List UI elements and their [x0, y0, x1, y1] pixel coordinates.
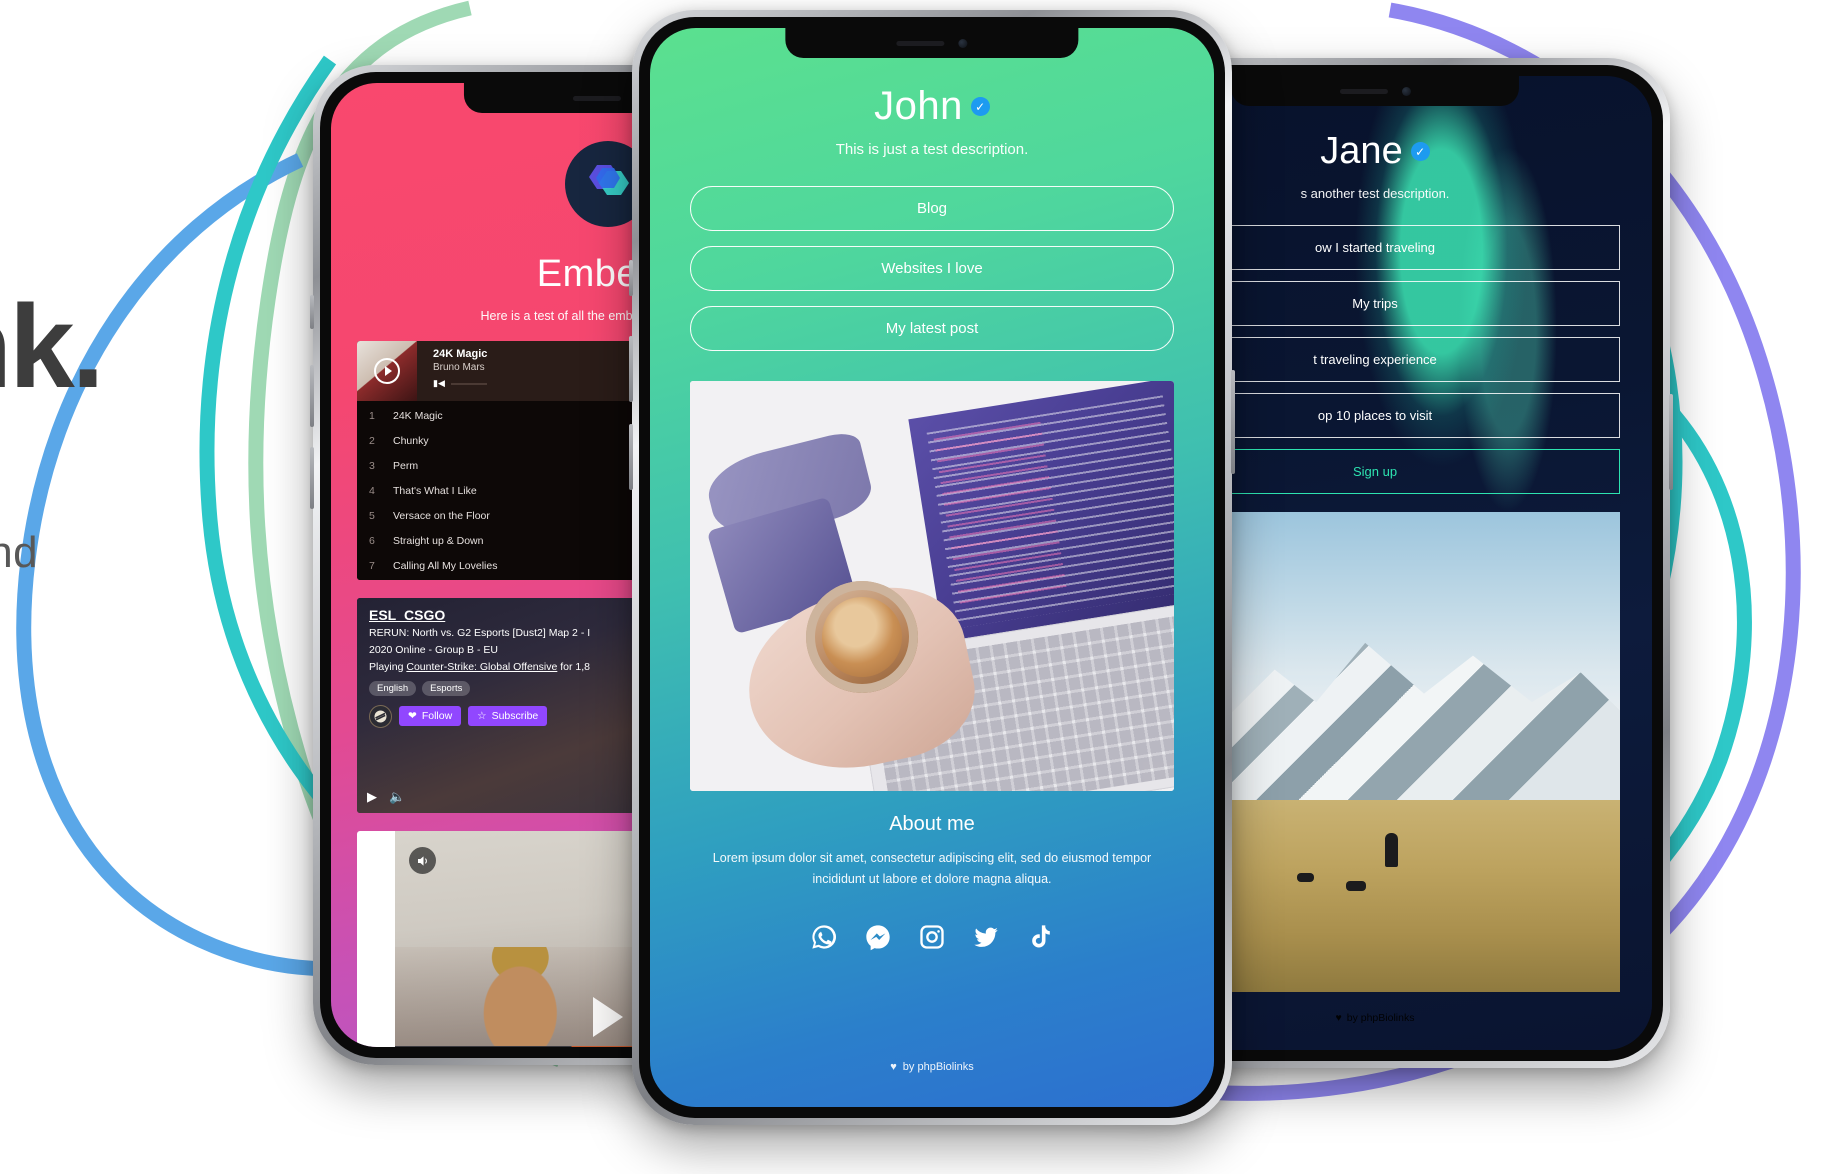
- right-profile-name: Jane: [1320, 130, 1403, 172]
- track-title: Perm: [393, 459, 419, 472]
- phone-center: John ✓ This is just a test description. …: [629, 10, 1235, 1125]
- whatsapp-icon[interactable]: [810, 923, 838, 951]
- play-icon[interactable]: [374, 358, 400, 384]
- playing-suffix: for 1,8: [557, 661, 591, 674]
- about-heading: About me: [889, 813, 975, 835]
- twitter-icon[interactable]: [972, 923, 1000, 951]
- mute-switch[interactable]: [310, 295, 314, 329]
- volume-up-button[interactable]: [629, 336, 633, 402]
- link-button-websites[interactable]: Websites I love: [690, 246, 1174, 291]
- dog-figure-1: [1296, 872, 1314, 882]
- track-title: 24K Magic: [393, 409, 443, 422]
- twitch-controls[interactable]: ▶ 🔈: [367, 789, 405, 805]
- coffee-foam: [822, 596, 903, 677]
- earpiece-speaker-icon: [572, 95, 621, 101]
- dog-figure-2: [1345, 881, 1366, 892]
- track-number: 7: [369, 559, 375, 572]
- spotify-progress[interactable]: ▮◀: [433, 378, 488, 389]
- hero-subline: s and: [0, 528, 39, 577]
- track-number: 4: [369, 484, 375, 497]
- volume-up-button[interactable]: [310, 365, 314, 427]
- track-title: Chunky: [393, 434, 429, 447]
- spotify-track-title: 24K Magic: [433, 348, 488, 360]
- esl-logo-icon: [374, 710, 387, 723]
- heart-icon: ❤: [408, 710, 417, 723]
- subscribe-button[interactable]: ☆ Subscribe: [468, 706, 548, 727]
- right-footer-label[interactable]: by phpBiolinks: [1347, 1012, 1415, 1024]
- front-camera-icon: [958, 38, 968, 48]
- verified-badge-icon: ✓: [1410, 142, 1430, 161]
- track-number: 1: [369, 409, 375, 422]
- notch-right: [1230, 76, 1520, 106]
- track-number: 5: [369, 509, 375, 522]
- center-profile-description: This is just a test description.: [835, 141, 1029, 158]
- power-button[interactable]: [1669, 394, 1673, 490]
- playing-prefix: Playing: [369, 661, 407, 674]
- coffee-cup: [806, 580, 919, 693]
- hero-headline: nk.: [0, 281, 104, 413]
- front-camera-icon: [1401, 86, 1411, 96]
- laptop-screen: [908, 381, 1174, 647]
- prev-track-icon[interactable]: ▮◀: [433, 378, 445, 389]
- track-title: Versace on the Floor: [393, 509, 490, 522]
- center-hero-image: [690, 381, 1174, 791]
- center-profile-name-row: John ✓: [690, 84, 1174, 129]
- center-profile-name: John: [874, 84, 963, 128]
- play-icon[interactable]: [593, 996, 623, 1037]
- mute-switch[interactable]: [629, 260, 633, 296]
- album-art: [357, 341, 417, 401]
- heart-icon: ♥: [1335, 1012, 1342, 1024]
- progress-rail[interactable]: [450, 382, 488, 385]
- earpiece-speaker-icon: [896, 40, 945, 46]
- speaker-icon: [417, 855, 427, 866]
- center-content: John ✓ This is just a test description. …: [650, 28, 1214, 1107]
- hexagon-logo-icon: [589, 165, 629, 195]
- center-footer: ♥ by phpBiolinks: [650, 1061, 1214, 1073]
- center-link-buttons: Blog Websites I love My latest post: [690, 186, 1174, 351]
- instagram-icon[interactable]: [918, 923, 946, 951]
- tiktok-icon[interactable]: [1026, 923, 1054, 951]
- link-button-blog[interactable]: Blog: [690, 186, 1174, 231]
- heart-icon: ♥: [890, 1061, 897, 1073]
- star-icon: ☆: [477, 710, 487, 723]
- tag[interactable]: Esports: [422, 680, 471, 696]
- track-title: Straight up & Down: [393, 534, 484, 547]
- spotify-meta: 24K Magic Bruno Mars ▮◀: [427, 341, 493, 401]
- social-links: [690, 923, 1174, 951]
- channel-avatar: [369, 704, 392, 728]
- volume-icon[interactable]: 🔈: [389, 789, 405, 805]
- track-number: 6: [369, 534, 375, 547]
- track-title: That's What I Like: [393, 484, 477, 497]
- track-number: 3: [369, 459, 375, 472]
- subscribe-label: Subscribe: [491, 710, 539, 723]
- follow-button[interactable]: ❤ Follow: [399, 706, 462, 727]
- spotify-artist: Bruno Mars: [433, 362, 485, 373]
- earpiece-speaker-icon: [1339, 88, 1388, 94]
- track-number: 2: [369, 434, 375, 447]
- phone-center-screen: John ✓ This is just a test description. …: [650, 28, 1214, 1107]
- volume-down-button[interactable]: [310, 447, 314, 509]
- notch-center: [785, 28, 1079, 58]
- link-button-latest-post[interactable]: My latest post: [690, 306, 1174, 351]
- center-footer-label[interactable]: by phpBiolinks: [903, 1061, 974, 1073]
- play-button-icon[interactable]: ▶: [367, 789, 377, 805]
- about-text: Lorem ipsum dolor sit amet, consectetur …: [712, 851, 1152, 886]
- follow-label: Follow: [421, 710, 453, 723]
- hero-stage: nk. s and: [0, 0, 1840, 1174]
- game-link[interactable]: Counter-Strike: Global Offensive: [406, 661, 557, 673]
- volume-down-button[interactable]: [629, 424, 633, 490]
- verified-badge-icon: ✓: [970, 97, 990, 116]
- phone-center-body: John ✓ This is just a test description. …: [639, 17, 1225, 1118]
- messenger-icon[interactable]: [864, 923, 892, 951]
- track-title: Calling All My Lovelies: [393, 559, 498, 572]
- power-button[interactable]: [1231, 370, 1235, 474]
- tag[interactable]: English: [369, 680, 417, 696]
- mute-icon[interactable]: [409, 847, 436, 874]
- hiker-figure: [1384, 833, 1398, 868]
